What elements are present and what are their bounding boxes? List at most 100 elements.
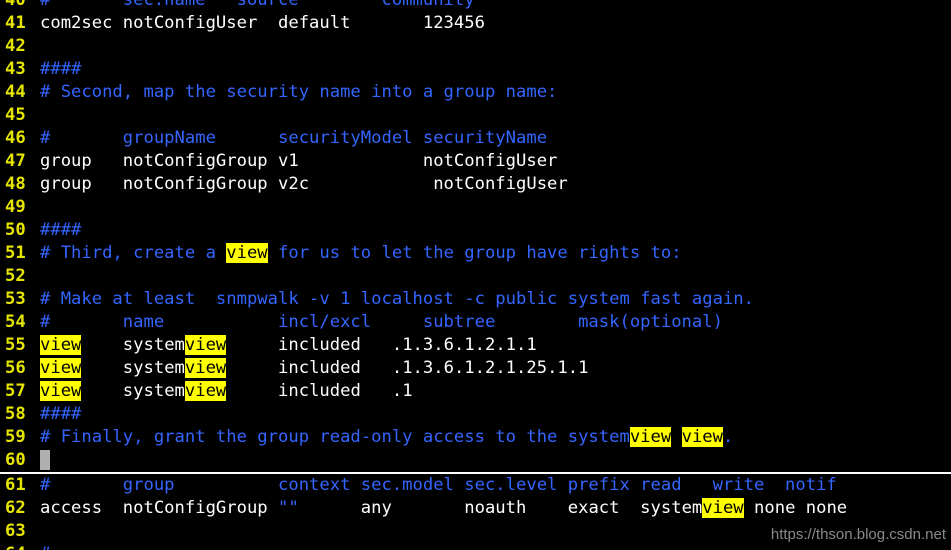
line-content[interactable]: view systemview included .1.3.6.1.2.1.25… bbox=[40, 358, 588, 378]
code-span: for us to let the group have rights to: bbox=[267, 243, 682, 263]
code-line[interactable]: 52 bbox=[0, 265, 951, 288]
line-content[interactable]: view systemview included .1.3.6.1.2.1.1 bbox=[40, 335, 537, 355]
search-match: view bbox=[184, 358, 227, 378]
line-number: 50 bbox=[5, 220, 26, 240]
code-line[interactable]: 50 #### bbox=[0, 219, 951, 242]
line-number: 40 bbox=[5, 0, 26, 10]
code-span: included .1 bbox=[226, 381, 413, 401]
code-span: group notConfigGroup v1 notConfigUser bbox=[40, 151, 558, 171]
code-line[interactable]: 41 com2sec notConfigUser default 123456 bbox=[0, 12, 951, 35]
search-match: view bbox=[40, 381, 82, 401]
terminal-screen: 40 # sec.name source community 41 com2sec n… bbox=[0, 0, 951, 550]
search-match: view bbox=[629, 427, 672, 447]
editor-buffer[interactable]: 40 # sec.name source community 41 com2sec n… bbox=[0, 0, 951, 550]
line-content[interactable]: # Make at least snmpwalk -v 1 localhost … bbox=[40, 289, 754, 309]
line-content[interactable]: # Third, create a view for us to let the… bbox=[40, 243, 682, 263]
line-number: 64 bbox=[0, 543, 40, 550]
code-span: "" bbox=[278, 498, 299, 518]
code-line[interactable]: 60 bbox=[0, 449, 951, 474]
line-content[interactable]: view systemview included .1 bbox=[40, 381, 413, 401]
line-content[interactable]: # bbox=[40, 544, 50, 550]
line-content[interactable] bbox=[40, 450, 51, 470]
search-match: view bbox=[681, 427, 723, 447]
code-line[interactable]: 54 # name incl/excl subtree mask(optional… bbox=[0, 311, 951, 334]
code-line[interactable]: 44 # Second, map the security name into a… bbox=[0, 81, 951, 104]
search-match: view bbox=[184, 381, 227, 401]
search-match: view bbox=[40, 335, 82, 355]
code-span: # groupName securityModel securityName bbox=[40, 128, 548, 148]
line-content[interactable]: # name incl/excl subtree mask(optional) bbox=[40, 312, 723, 332]
code-span: #### bbox=[40, 220, 82, 240]
code-span: group notConfigGroup v2c notConfigUser bbox=[40, 174, 568, 194]
text-cursor bbox=[40, 450, 51, 470]
line-content[interactable]: group notConfigGroup v1 notConfigUser bbox=[40, 151, 557, 171]
line-content[interactable]: group notConfigGroup v2c notConfigUser bbox=[40, 174, 568, 194]
code-span: # Finally, grant the group read-only acc… bbox=[40, 427, 630, 447]
code-span: # group context sec.model sec.level pref… bbox=[40, 475, 837, 495]
line-number: 61 bbox=[5, 475, 26, 495]
search-match: view bbox=[184, 335, 227, 355]
line-number: 56 bbox=[5, 358, 26, 378]
code-line[interactable]: 62 access notConfigGroup "" any noauth ex… bbox=[0, 497, 951, 520]
code-line[interactable]: 49 bbox=[0, 196, 951, 219]
line-number: 58 bbox=[5, 404, 26, 424]
code-line[interactable]: 51 # Third, create a view for us to let t… bbox=[0, 242, 951, 265]
line-content[interactable]: # group context sec.model sec.level pref… bbox=[40, 475, 837, 495]
line-number: 46 bbox=[5, 128, 26, 148]
code-line[interactable]: 46 # groupName securityModel securityName bbox=[0, 127, 951, 150]
line-number: 49 bbox=[5, 197, 26, 217]
line-number: 51 bbox=[5, 243, 26, 263]
line-content[interactable]: #### bbox=[40, 59, 81, 79]
line-number: 57 bbox=[5, 381, 26, 401]
line-number: 45 bbox=[5, 105, 26, 125]
line-content[interactable]: com2sec notConfigUser default 123456 bbox=[40, 13, 485, 33]
code-line[interactable]: 42 bbox=[0, 35, 951, 58]
search-match: view bbox=[40, 358, 82, 378]
line-content[interactable]: access notConfigGroup "" any noauth exac… bbox=[40, 498, 847, 518]
line-content[interactable]: # Finally, grant the group read-only acc… bbox=[40, 427, 733, 447]
watermark-url: https://thson.blog.csdn.net bbox=[770, 526, 946, 543]
code-line[interactable]: 56 view systemview included .1.3.6.1.2.1.… bbox=[0, 357, 951, 380]
code-span: any noauth exact system bbox=[298, 498, 703, 518]
line-content[interactable]: # sec.name source community bbox=[40, 0, 475, 10]
code-span: # Third, create a bbox=[40, 243, 227, 263]
line-number: 60 bbox=[5, 450, 26, 470]
code-span: com2sec notConfigUser default 123456 bbox=[40, 13, 485, 33]
code-line[interactable]: 40 # sec.name source community bbox=[0, 0, 951, 12]
line-number: 55 bbox=[5, 335, 26, 355]
code-span: none none bbox=[743, 498, 848, 518]
code-span: system bbox=[81, 335, 185, 355]
line-content[interactable]: #### bbox=[40, 404, 81, 424]
code-line[interactable]: 48 group notConfigGroup v2c notConfigUser bbox=[0, 173, 951, 196]
line-content[interactable]: #### bbox=[40, 220, 81, 240]
search-match: view bbox=[702, 498, 744, 518]
code-span: included .1.3.6.1.2.1.1 bbox=[226, 335, 537, 355]
code-span: #### bbox=[40, 59, 82, 79]
code-line[interactable]: 43 #### bbox=[0, 58, 951, 81]
code-span: # bbox=[40, 544, 50, 550]
code-span: # Second, map the security name into a g… bbox=[40, 82, 558, 102]
code-line[interactable]: 45 bbox=[0, 104, 951, 127]
code-span: access notConfigGroup bbox=[40, 498, 278, 518]
line-number: 63 bbox=[5, 521, 26, 541]
line-content[interactable]: # Second, map the security name into a g… bbox=[40, 82, 557, 102]
line-number: 43 bbox=[5, 59, 26, 79]
line-number: 54 bbox=[5, 312, 26, 332]
code-line[interactable]: 47 group notConfigGroup v1 notConfigUser bbox=[0, 150, 951, 173]
code-span: # Make at least snmpwalk -v 1 localhost … bbox=[40, 289, 754, 309]
code-line[interactable]: 59 # Finally, grant the group read-only a… bbox=[0, 426, 951, 449]
code-span: . bbox=[723, 427, 734, 447]
line-number: 47 bbox=[5, 151, 26, 171]
code-span: system bbox=[81, 381, 185, 401]
search-match: view bbox=[226, 243, 268, 263]
code-line[interactable]: 61 # group context sec.model sec.level pr… bbox=[0, 474, 951, 497]
line-number: 52 bbox=[5, 266, 26, 286]
code-line[interactable]: 57 view systemview included .1 bbox=[0, 380, 951, 403]
code-span: # sec.name source community bbox=[40, 0, 475, 10]
code-line[interactable]: 58 #### bbox=[0, 403, 951, 426]
code-line[interactable]: 55 view systemview included .1.3.6.1.2.1.… bbox=[0, 334, 951, 357]
line-number: 62 bbox=[5, 498, 26, 518]
line-number: 48 bbox=[5, 174, 26, 194]
line-content[interactable]: # groupName securityModel securityName bbox=[40, 128, 547, 148]
code-line[interactable]: 53 # Make at least snmpwalk -v 1 localhos… bbox=[0, 288, 951, 311]
